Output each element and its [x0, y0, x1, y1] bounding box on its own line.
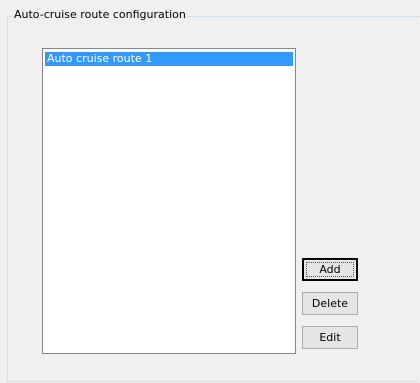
list-item[interactable]: Auto cruise route 1: [45, 52, 293, 66]
route-listbox[interactable]: Auto cruise route 1: [42, 48, 296, 354]
edit-button[interactable]: Edit: [302, 326, 358, 349]
delete-button[interactable]: Delete: [302, 292, 358, 315]
groupbox-title: Auto-cruise route configuration: [12, 8, 188, 22]
add-button[interactable]: Add: [302, 258, 358, 281]
